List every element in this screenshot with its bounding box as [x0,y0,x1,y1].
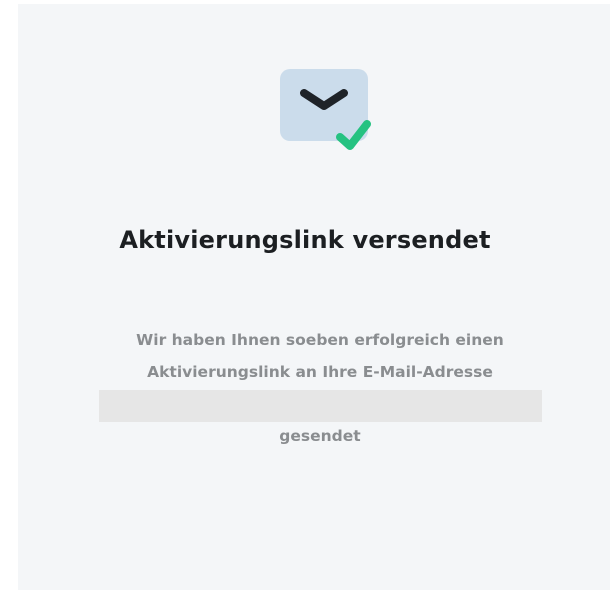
redacted-email-address [99,390,542,422]
email-sent-check-icon [280,69,372,151]
message-line-2: Aktivierungslink an Ihre E-Mail-Adresse [147,363,493,381]
message-line-1: Wir haben Ihnen soeben erfolgreich einen [136,331,504,349]
confirmation-card [18,4,610,590]
page-title: Aktivierungslink versendet [119,226,491,254]
message-line-3: gesendet [279,427,361,445]
